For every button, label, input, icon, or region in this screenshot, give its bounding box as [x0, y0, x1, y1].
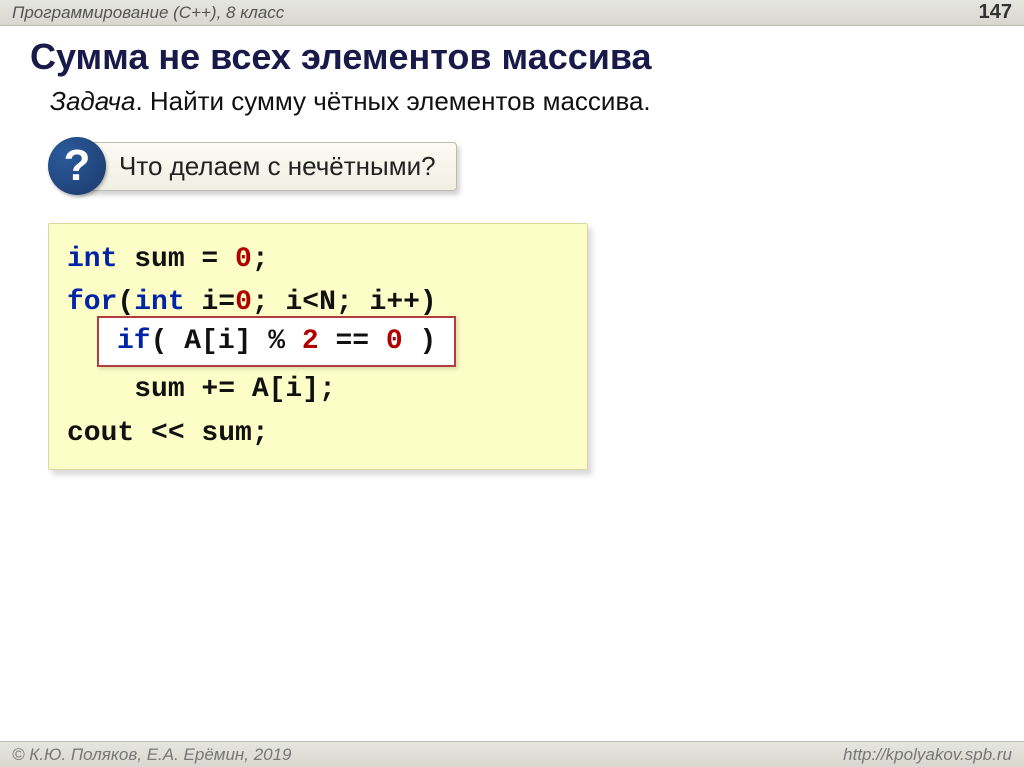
code-line-5: cout << sum; — [67, 412, 569, 455]
slide-footer: © К.Ю. Поляков, Е.А. Ерёмин, 2019 http:/… — [0, 741, 1024, 767]
code-line-4: sum += A[i]; — [67, 368, 569, 411]
question-mark-icon: ? — [48, 137, 106, 195]
code-block: int sum = 0; for(int i=0; i<N; i++) x su… — [48, 223, 588, 470]
if-condition-overlay: if( A[i] % 2 == 0 ) — [97, 316, 456, 367]
task-label: Задача — [50, 86, 135, 116]
code-line-1: int sum = 0; — [67, 238, 569, 281]
task-text: . Найти сумму чётных элементов массива. — [135, 86, 650, 116]
footer-url: http://kpolyakov.spb.ru — [843, 745, 1012, 765]
page-number: 147 — [979, 1, 1012, 24]
header-course: Программирование (C++), 8 класс — [12, 3, 284, 23]
slide-header: Программирование (C++), 8 класс 147 — [0, 0, 1024, 26]
task-description: Задача. Найти сумму чётных элементов мас… — [30, 86, 994, 117]
question-callout: ? Что делаем с нечётными? — [48, 137, 994, 195]
callout-text: Что делаем с нечётными? — [74, 142, 457, 191]
slide-title: Сумма не всех элементов массива — [30, 36, 994, 78]
slide-content: Сумма не всех элементов массива Задача. … — [0, 26, 1024, 470]
footer-copyright: © К.Ю. Поляков, Е.А. Ерёмин, 2019 — [12, 745, 292, 765]
